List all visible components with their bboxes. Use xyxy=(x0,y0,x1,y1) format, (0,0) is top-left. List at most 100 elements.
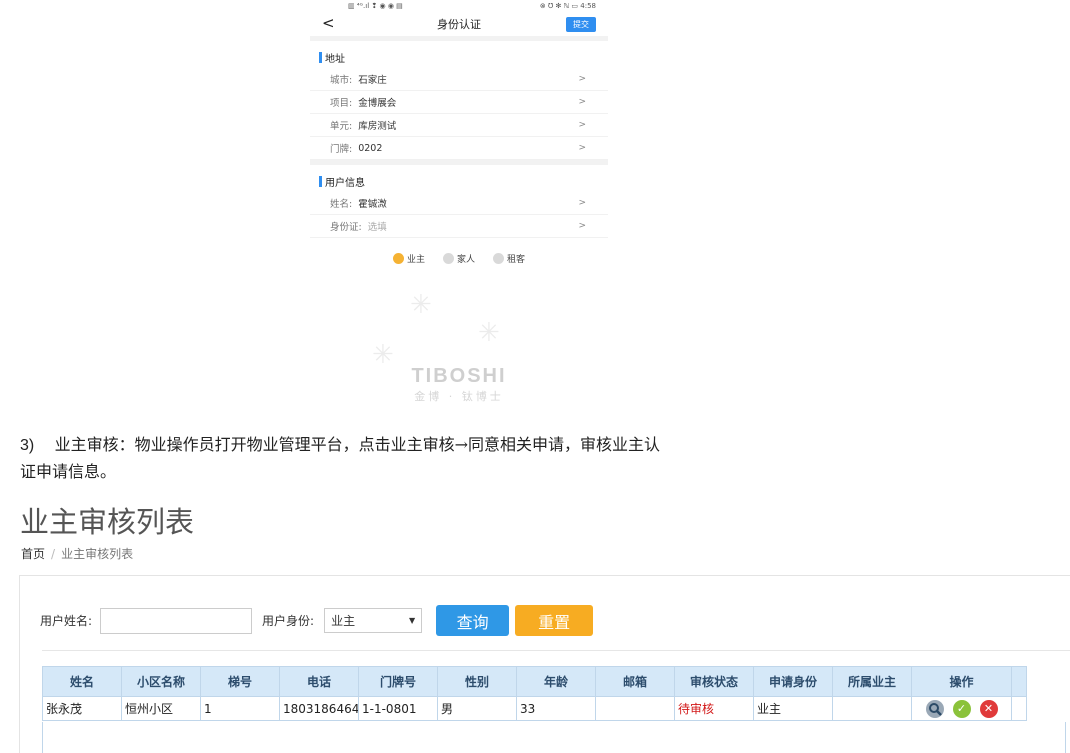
table-header-row: 姓名 小区名称 梯号 电话 门牌号 性别 年龄 邮箱 审核状态 申请身份 所属业… xyxy=(42,666,1027,697)
name-filter-input[interactable] xyxy=(100,607,253,634)
logo-subtext: 金博 · 钛博士 xyxy=(414,390,504,403)
address-row-city[interactable]: 城市: 石家庄 > xyxy=(310,68,608,91)
col-header: 审核状态 xyxy=(674,666,754,697)
check-icon[interactable]: ✓ xyxy=(952,699,971,718)
user-row-name[interactable]: 姓名: 霍铖溦 > xyxy=(310,192,608,215)
nav-bar: < 身份认证 提交 xyxy=(310,12,608,36)
table-row: 张永茂 恒州小区 1 18031864641 1-1-0801 男 33 待审核… xyxy=(42,696,1027,721)
chevron-right-icon: > xyxy=(578,74,586,84)
row-label: 门牌: xyxy=(330,144,353,155)
chevron-right-icon: > xyxy=(578,120,586,130)
radio-unchecked-icon xyxy=(442,253,454,264)
section-marker xyxy=(319,52,322,63)
cell-operations: ✓ ✕ xyxy=(911,696,1012,721)
role-label: 租客 xyxy=(507,255,526,265)
name-filter-label: 用户姓名: xyxy=(40,614,93,628)
paragraph-line-1: 业主审核：物业操作员打开物业管理平台，点击业主审核→同意相关申请，审核业主认 xyxy=(54,435,660,454)
chevron-right-icon: > xyxy=(578,221,586,231)
cell-name: 张永茂 xyxy=(42,696,122,721)
chevron-right-icon: > xyxy=(578,143,586,153)
col-header-filler xyxy=(1011,666,1027,697)
cell-identity: 业主 xyxy=(753,696,833,721)
role-label: 家人 xyxy=(456,255,475,265)
col-header: 姓名 xyxy=(42,666,122,697)
breadcrumb-current: 业主审核列表 xyxy=(61,547,134,561)
col-header: 性别 xyxy=(437,666,517,697)
cell-owner xyxy=(832,696,912,721)
user-info-section-title: 用户信息 xyxy=(310,165,608,192)
row-label: 姓名: xyxy=(330,199,353,210)
row-value-placeholder: 选填 xyxy=(367,222,387,233)
search-button[interactable]: 查询 xyxy=(436,605,510,636)
col-header: 所属业主 xyxy=(832,666,912,697)
col-header: 邮箱 xyxy=(595,666,675,697)
section-marker xyxy=(319,176,322,187)
row-value: 金博展会 xyxy=(358,98,397,109)
identity-select[interactable]: 业主 ▼ xyxy=(324,608,423,633)
address-row-project[interactable]: 项目: 金博展会 > xyxy=(310,91,608,114)
submit-button[interactable]: 提交 xyxy=(566,17,596,32)
back-button[interactable]: < xyxy=(322,14,335,32)
filter-bar: 用户姓名: 用户身份: 业主 ▼ 查询 重置 xyxy=(40,605,594,636)
identity-selected-value: 业主 xyxy=(331,614,356,628)
row-value: 库房测试 xyxy=(358,121,397,132)
role-selector: 业主 家人 租客 xyxy=(310,252,608,265)
radio-unchecked-icon xyxy=(493,253,504,264)
content-panel: 用户姓名: 用户身份: 业主 ▼ 查询 重置 姓名 小区名称 梯号 电话 门牌号… xyxy=(19,575,1070,753)
role-label: 业主 xyxy=(406,255,425,265)
step-number: 3) xyxy=(20,437,35,454)
row-label: 项目: xyxy=(330,98,353,109)
chevron-down-icon: ▼ xyxy=(408,616,416,625)
address-row-unit[interactable]: 单元: 库房测试 > xyxy=(310,114,608,137)
cell-age: 33 xyxy=(516,696,596,721)
col-header: 年龄 xyxy=(516,666,596,697)
role-tenant-radio[interactable]: 租客 xyxy=(493,252,525,265)
row-label: 城市: xyxy=(330,75,353,86)
logo-text: TIBOSHI xyxy=(411,365,507,387)
role-owner-radio[interactable]: 业主 xyxy=(392,252,425,265)
magnifier-icon[interactable] xyxy=(925,699,944,718)
col-header: 申请身份 xyxy=(753,666,833,697)
close-icon[interactable]: ✕ xyxy=(979,699,998,718)
dandelion-icon: ✳ xyxy=(478,318,500,348)
cell-filler xyxy=(1011,696,1027,721)
cell-status: 待审核 xyxy=(674,696,754,721)
col-header: 小区名称 xyxy=(121,666,201,697)
address-title-text: 地址 xyxy=(325,54,345,65)
address-row-door[interactable]: 门牌: 0202 > xyxy=(310,137,608,160)
col-header: 电话 xyxy=(279,666,359,697)
instruction-paragraph: 3) 业主审核：物业操作员打开物业管理平台，点击业主审核→同意相关申请，审核业主… xyxy=(20,432,920,485)
breadcrumb-home[interactable]: 首页 xyxy=(21,547,45,561)
divider xyxy=(42,650,1070,651)
dandelion-icon: ✳ xyxy=(410,290,432,320)
chevron-right-icon: > xyxy=(578,198,586,208)
col-header: 操作 xyxy=(911,666,1012,697)
cell-phone: 18031864641 xyxy=(279,696,359,721)
row-value: 0202 xyxy=(358,142,383,154)
nav-title: 身份认证 xyxy=(437,18,481,31)
role-family-radio[interactable]: 家人 xyxy=(442,252,475,265)
breadcrumb-separator: / xyxy=(51,547,56,561)
status-left: ▥ ⁴ᴳ.ıl ❢ ◉ ◉ ▤ xyxy=(348,2,403,10)
phone-screenshot: ▥ ⁴ᴳ.ıl ❢ ◉ ◉ ▤ ⊗ ℧ ✻ ℕ ▭ 4:58 < 身份认证 提交… xyxy=(310,0,608,420)
col-header: 梯号 xyxy=(200,666,280,697)
chevron-right-icon: > xyxy=(578,97,586,107)
cell-community: 恒州小区 xyxy=(121,696,201,721)
paragraph-line-2: 证申请信息。 xyxy=(20,462,117,481)
user-info-title-text: 用户信息 xyxy=(325,178,365,189)
row-value: 霍铖溦 xyxy=(358,199,387,210)
reset-button[interactable]: 重置 xyxy=(515,605,594,636)
status-bar: ▥ ⁴ᴳ.ıl ❢ ◉ ◉ ▤ ⊗ ℧ ✻ ℕ ▭ 4:58 xyxy=(310,0,608,12)
status-right: ⊗ ℧ ✻ ℕ ▭ 4:58 xyxy=(539,2,596,10)
table-empty-area xyxy=(42,722,1066,753)
row-label: 单元: xyxy=(330,121,353,132)
cell-building: 1 xyxy=(200,696,280,721)
page-title: 业主审核列表 xyxy=(20,505,195,539)
user-row-idcard[interactable]: 身份证: 选填 > xyxy=(310,215,608,238)
col-header: 门牌号 xyxy=(358,666,438,697)
row-label: 身份证: xyxy=(330,222,362,233)
row-value: 石家庄 xyxy=(358,75,387,86)
cell-email xyxy=(595,696,675,721)
cell-gender: 男 xyxy=(437,696,517,721)
address-section-title: 地址 xyxy=(310,41,608,68)
